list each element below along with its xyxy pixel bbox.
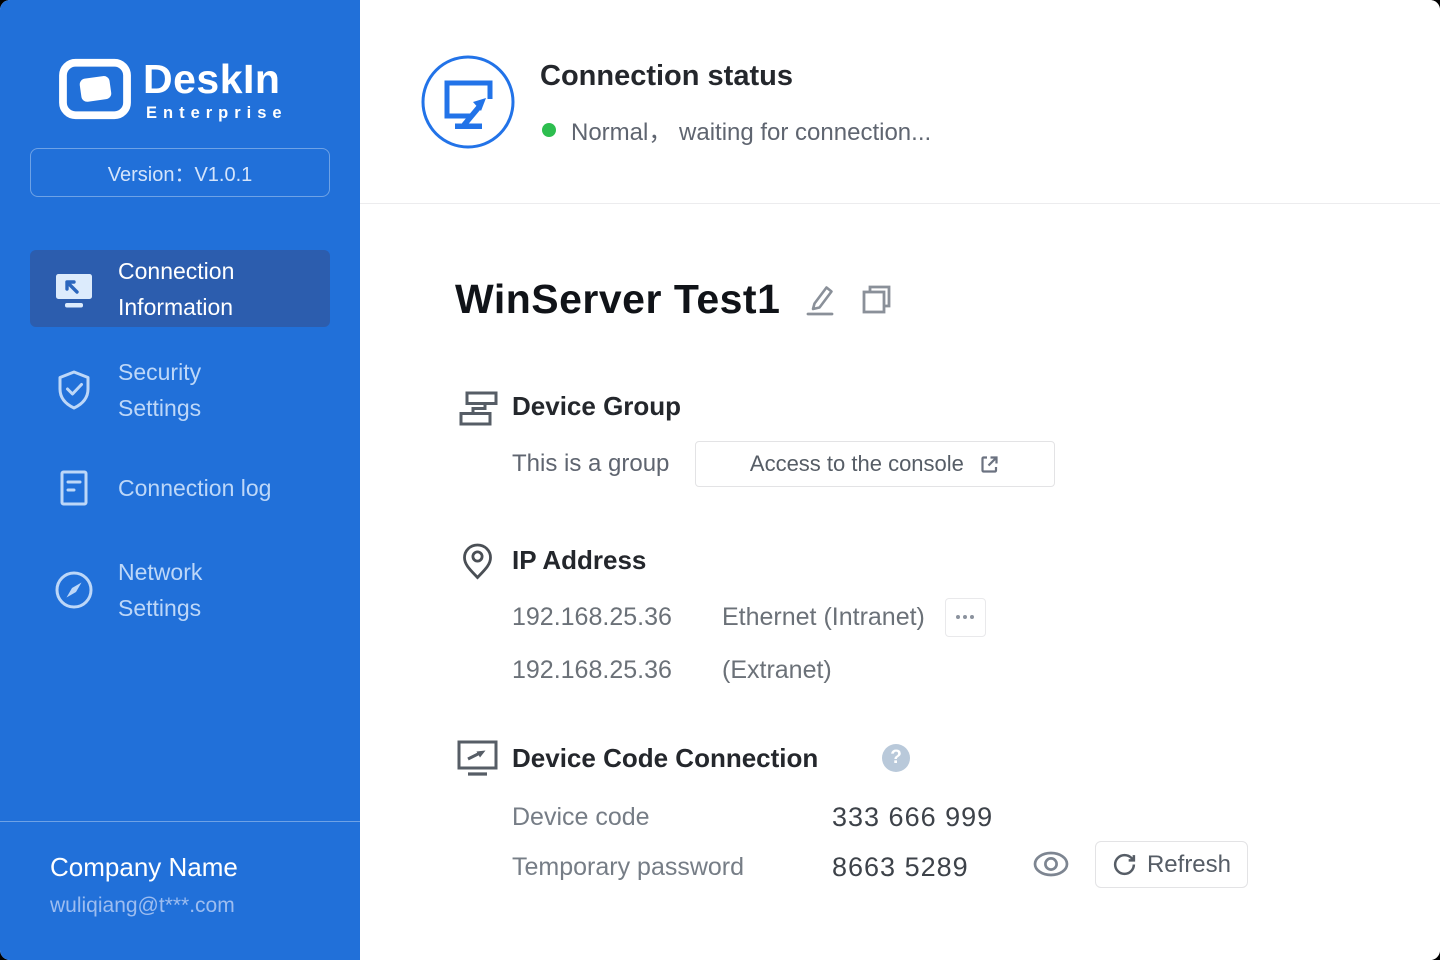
refresh-icon [1112,852,1137,877]
header-divider [360,203,1440,204]
device-code-value: 333 666 999 [832,802,993,833]
device-code-row: Device code 333 666 999 [512,800,993,834]
sidebar-item-label: Connection Information [118,253,234,325]
brand-name: DeskIn [143,56,280,103]
connection-status-title: Connection status [540,60,793,93]
device-group-icon [458,390,499,432]
sidebar-item-connection-log[interactable]: Connection log [30,464,330,512]
external-link-icon [978,453,1001,476]
shield-check-icon [52,368,96,412]
sidebar-item-security-settings[interactable]: Security Settings [30,352,330,428]
connection-status-icon [420,54,516,155]
device-code-label: Device code [512,803,832,832]
ip-label: Ethernet (Intranet) [722,603,925,632]
sidebar-divider [0,821,360,822]
version-label: Version：V1.0.1 [108,158,253,187]
edit-device-name-icon[interactable] [802,282,837,318]
account-email: wuliqiang@t***.com [50,894,235,918]
main-panel: — ✕ Connection status Normal， waiting fo… [360,0,1440,960]
help-icon[interactable]: ? [882,744,910,772]
ip-address-icon [460,542,495,587]
show-password-eye-icon[interactable] [1031,849,1071,879]
group-name: This is a group [512,450,669,478]
access-console-button[interactable]: Access to the console [695,441,1055,487]
device-name: WinServer Test1 [455,276,780,323]
version-badge: Version：V1.0.1 [30,148,330,197]
more-dots-icon [956,615,960,619]
connection-status-row: Normal， waiting for connection... [542,112,931,147]
compass-icon [52,569,96,611]
device-group-row: This is a group Access to the console [512,441,1055,487]
status-dot [542,123,556,137]
ip-value: 192.168.25.36 [512,656,722,685]
sidebar-item-label: Network Settings [118,554,202,626]
deskin-logo-icon [58,56,132,127]
ip-value: 192.168.25.36 [512,603,722,632]
device-group-title: Device Group [512,391,681,422]
refresh-label: Refresh [1147,851,1231,879]
device-code-title: Device Code Connection [512,743,818,774]
sidebar-item-label: Security Settings [118,354,201,426]
status-text: Normal， waiting for connection... [571,112,931,147]
temporary-password-label: Temporary password [512,853,832,882]
monitor-arrow-icon [52,267,96,311]
sidebar: DeskIn Enterprise Version：V1.0.1 Connect… [0,0,360,960]
sidebar-item-network-settings[interactable]: Network Settings [30,552,330,628]
app-window: DeskIn Enterprise Version：V1.0.1 Connect… [0,0,1440,960]
ip-address-title: IP Address [512,545,646,576]
access-console-label: Access to the console [750,451,964,477]
ip-row-extranet: 192.168.25.36 (Extranet) [512,650,832,690]
brand-subtitle: Enterprise [146,104,288,123]
temporary-password-row: Temporary password 8663 5289 [512,850,969,884]
copy-device-name-icon[interactable] [859,282,894,318]
company-name: Company Name [50,852,238,883]
device-title-row: WinServer Test1 [455,276,894,323]
ip-more-options-button[interactable] [945,598,986,637]
sidebar-item-label: Connection log [118,470,271,506]
refresh-password-button[interactable]: Refresh [1095,841,1248,888]
log-icon [52,468,96,508]
sidebar-item-connection-information[interactable]: Connection Information [30,250,330,327]
device-code-icon [456,739,499,782]
ip-row-intranet: 192.168.25.36 Ethernet (Intranet) [512,597,986,637]
ip-label: (Extranet) [722,656,832,685]
temporary-password-value: 8663 5289 [832,852,969,883]
